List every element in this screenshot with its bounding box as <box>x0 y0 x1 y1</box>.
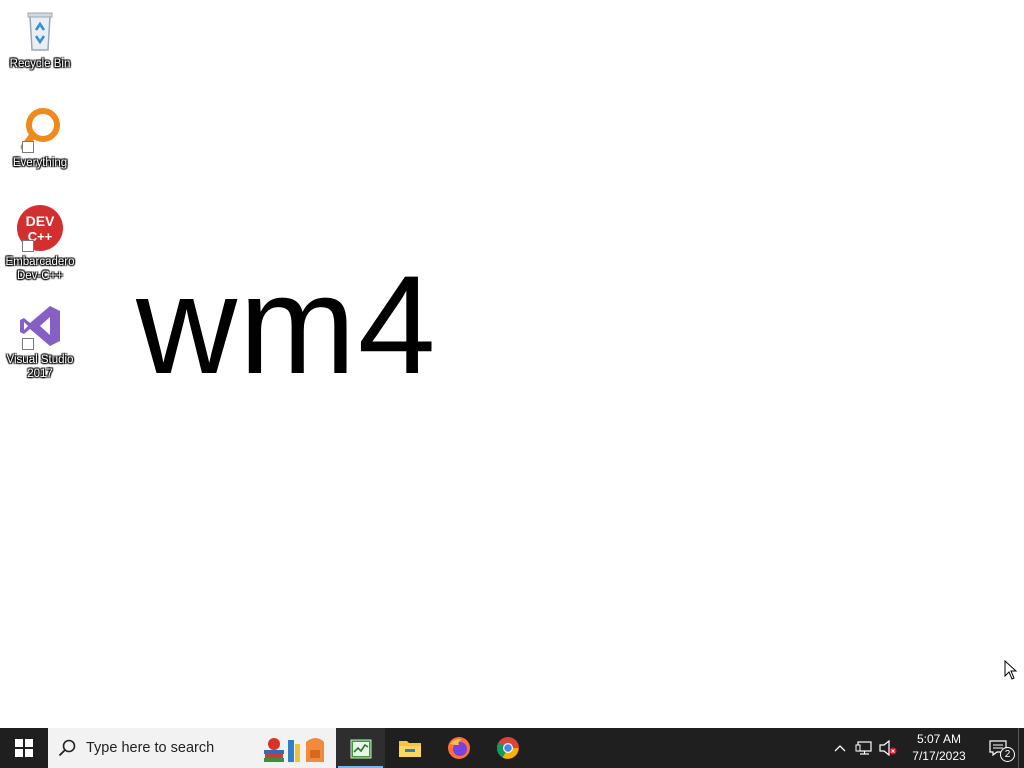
visual-studio-icon <box>16 302 64 350</box>
shortcut-arrow-icon <box>22 338 34 350</box>
taskbar: Type here to search 5:07 AM 7/17/2023 2 <box>0 728 1024 768</box>
search-placeholder: Type here to search <box>86 740 215 756</box>
svg-text:DEV: DEV <box>26 213 55 229</box>
taskbar-clock[interactable]: 5:07 AM 7/17/2023 <box>900 731 978 765</box>
shortcut-arrow-icon <box>22 240 34 252</box>
chrome-icon <box>496 737 519 759</box>
clock-time: 5:07 AM <box>916 732 962 746</box>
folder-icon <box>398 741 421 757</box>
firefox-icon <box>447 737 470 759</box>
show-desktop-button[interactable] <box>1018 728 1024 768</box>
tray-overflow-button[interactable] <box>828 728 852 768</box>
network-icon <box>855 741 872 755</box>
desktop-icon-visual-studio[interactable]: Visual Studio 2017 <box>2 302 78 381</box>
task-manager-icon <box>350 739 371 759</box>
desktop[interactable]: Recycle Bin Everything DEV C++ Embarcade… <box>0 0 1024 728</box>
taskbar-search-box[interactable]: Type here to search <box>48 728 336 768</box>
taskbar-app-task-manager[interactable] <box>336 728 385 768</box>
shortcut-arrow-icon <box>22 141 34 153</box>
windows-logo-icon <box>15 739 33 757</box>
recycle-bin-icon <box>16 6 64 54</box>
tray-network-button[interactable] <box>852 728 876 768</box>
notification-count-badge: 2 <box>1000 747 1015 762</box>
start-button[interactable] <box>0 728 48 768</box>
desktop-icon-recycle-bin[interactable]: Recycle Bin <box>2 6 78 71</box>
desktop-icon-devcpp[interactable]: DEV C++ Embarcadero Dev-C++ <box>2 204 78 283</box>
everything-search-icon <box>16 105 64 153</box>
chevron-up-icon <box>834 745 846 752</box>
desktop-icon-label: Everything <box>12 157 68 169</box>
desktop-watermark-text: wm4 <box>136 246 438 403</box>
taskbar-app-file-explorer[interactable] <box>385 728 434 768</box>
taskbar-app-chrome[interactable] <box>483 728 532 768</box>
taskbar-app-firefox[interactable] <box>434 728 483 768</box>
system-tray: 5:07 AM 7/17/2023 2 <box>828 728 1024 768</box>
desktop-icon-label: Recycle Bin <box>9 58 71 70</box>
search-icon <box>58 739 76 757</box>
clock-date: 7/17/2023 <box>912 749 966 763</box>
tray-volume-button[interactable] <box>876 728 900 768</box>
action-center-button[interactable]: 2 <box>978 728 1018 768</box>
search-highlight-school-icon <box>264 738 324 762</box>
devcpp-icon: DEV C++ <box>16 204 64 252</box>
desktop-icon-label: Visual Studio 2017 <box>6 354 74 380</box>
volume-muted-icon <box>879 740 897 756</box>
desktop-icon-label: Embarcadero Dev-C++ <box>5 256 75 282</box>
mouse-cursor-icon <box>1004 660 1018 680</box>
desktop-icon-everything[interactable]: Everything <box>2 105 78 170</box>
